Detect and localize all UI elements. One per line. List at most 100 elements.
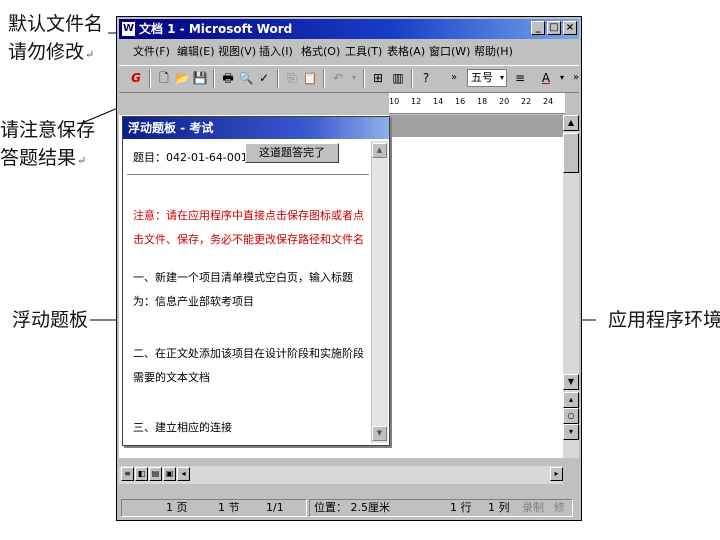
document-margin xyxy=(389,115,563,137)
status-position: 位置： 2.5厘米 xyxy=(314,501,390,514)
maximize-button[interactable]: □ xyxy=(547,21,561,35)
toolbar-separator xyxy=(213,69,215,88)
insert-table-icon[interactable]: ⊞ xyxy=(369,69,387,87)
question-id: 题目：042-01-64-001 xyxy=(133,151,248,164)
ruler-tick: 14 xyxy=(433,97,444,106)
save-icon[interactable]: 💾 xyxy=(191,69,209,87)
task-line: 需要的文本文档 xyxy=(133,371,210,384)
annotation-line: 默认文件名 xyxy=(8,13,104,35)
scroll-right-icon[interactable]: ▸ xyxy=(550,467,563,481)
columns-icon[interactable]: ▥ xyxy=(389,69,407,87)
status-line: 1 行 xyxy=(450,501,472,514)
floating-question-panel: 浮动题板 - 考试 题目：042-01-64-001 这道题答完了 注意：请在应… xyxy=(122,116,390,446)
standard-toolbar: G 🗋 📂 💾 🖶 🔍 ✓ ⎘ 📋 ↶ ▾ ⊞ ▥ ? » 五号 ▾ ≡ A ▾ … xyxy=(119,65,579,93)
print-icon[interactable]: 🖶 xyxy=(219,69,237,87)
enter-mark-icon: ↵ xyxy=(85,48,95,61)
task-line: 三、建立相应的连接 xyxy=(133,421,232,434)
menu-insert[interactable]: 插入(I) xyxy=(259,41,293,63)
annotation-app-env: 应用程序环境↵ xyxy=(608,309,720,331)
chevron-down-icon: ▾ xyxy=(499,73,504,82)
task-line: 一、新建一个项目清单模式空白页，输入标题 xyxy=(133,271,353,284)
next-page-icon[interactable]: ▾ xyxy=(563,424,579,440)
previous-page-icon[interactable]: ▴ xyxy=(563,392,579,408)
status-position-info: 位置： 2.5厘米 1 行 1 列 录制 修 xyxy=(309,499,573,517)
status-page-info: 1 页 1 节 1/1 xyxy=(121,499,307,517)
font-size-select[interactable]: 五号 ▾ xyxy=(467,69,507,87)
more-buttons-icon[interactable]: » xyxy=(567,69,585,87)
done-button[interactable]: 这道题答完了 xyxy=(245,143,339,163)
status-page: 1 页 xyxy=(166,501,188,514)
menu-edit[interactable]: 编辑(E) xyxy=(177,41,215,63)
menu-table[interactable]: 表格(A) xyxy=(387,41,425,63)
scroll-thumb[interactable] xyxy=(563,133,579,173)
word-app-icon[interactable]: W xyxy=(122,22,135,36)
status-col: 1 列 xyxy=(488,501,510,514)
scroll-down-icon[interactable]: ▼ xyxy=(563,374,579,390)
horizontal-scrollbar[interactable]: ≡ ◧ ▤ ▣ ◂ ▸ xyxy=(119,466,563,484)
close-button[interactable]: × xyxy=(563,21,577,35)
menu-help[interactable]: 帮助(H) xyxy=(474,41,513,63)
status-rev[interactable]: 修 xyxy=(554,500,565,516)
scroll-up-icon[interactable]: ▲ xyxy=(563,115,579,131)
paste-icon[interactable]: 📋 xyxy=(301,69,319,87)
align-icon[interactable]: ≡ xyxy=(511,69,529,87)
annotation-line: 请注意保存 xyxy=(0,119,96,141)
panel-scroll-down-icon[interactable]: ▼ xyxy=(372,426,387,441)
note-line: 击文件、保存，务必不能更改保存路径和文件名 xyxy=(133,233,364,246)
open-folder-icon[interactable]: 📂 xyxy=(173,69,191,87)
ruler-tick: 18 xyxy=(477,97,488,106)
help-icon[interactable]: ? xyxy=(417,69,435,87)
menu-file[interactable]: 文件(F) xyxy=(133,41,170,63)
print-layout-icon[interactable]: ▤ xyxy=(149,467,162,481)
panel-divider xyxy=(127,174,369,175)
panel-title[interactable]: 浮动题板 - 考试 xyxy=(123,117,389,139)
web-view-icon[interactable]: ◧ xyxy=(135,467,148,481)
menu-bar: 文件(F) 编辑(E) 视图(V) 插入(I) 格式(O) 工具(T) 表格(A… xyxy=(119,41,579,63)
print-preview-icon[interactable]: 🔍 xyxy=(237,69,255,87)
toolbar-separator xyxy=(323,69,325,88)
toolbar-separator xyxy=(363,69,365,88)
task-line: 二、在正文处添加该项目在设计阶段和实施阶段 xyxy=(133,347,364,360)
font-size-value: 五号 xyxy=(471,71,493,84)
ruler-tick: 24 xyxy=(543,97,554,106)
window-title: 文档 1 - Microsoft Word xyxy=(139,22,293,36)
title-bar[interactable]: W 文档 1 - Microsoft Word _ □ × xyxy=(119,19,579,39)
status-page-ratio: 1/1 xyxy=(266,501,284,514)
ruler-tick: 22 xyxy=(521,97,532,106)
menu-tools[interactable]: 工具(T) xyxy=(345,41,382,63)
toolbar-separator xyxy=(149,69,151,88)
menu-window[interactable]: 窗口(W) xyxy=(429,41,470,63)
status-section: 1 节 xyxy=(218,501,240,514)
ruler-tick: 16 xyxy=(455,97,466,106)
ruler-tick: 20 xyxy=(499,97,510,106)
vertical-scrollbar[interactable]: ▲ ▼ ▴ ○ ▾ xyxy=(563,115,579,458)
annotation-panel: 浮动题板 xyxy=(12,309,89,331)
status-rec[interactable]: 录制 xyxy=(522,500,544,516)
status-bar: 1 页 1 节 1/1 位置： 2.5厘米 1 行 1 列 录制 修 xyxy=(119,498,579,518)
panel-scrollbar[interactable]: ▲ ▼ xyxy=(371,141,388,443)
toolbar-separator xyxy=(411,69,413,88)
scroll-left-icon[interactable]: ◂ xyxy=(177,467,190,481)
undo-dropdown-icon[interactable]: ▾ xyxy=(345,69,363,87)
enter-mark-icon: ↵ xyxy=(77,154,87,167)
annotation-line: 答题结果↵ xyxy=(0,147,87,169)
ruler-tick: 12 xyxy=(411,97,422,106)
ruler-tick: 10 xyxy=(389,97,400,106)
more-buttons-icon[interactable]: » xyxy=(445,69,463,87)
horizontal-ruler: 10 12 14 16 18 20 22 24 xyxy=(389,93,565,114)
note-line: 注意：请在应用程序中直接点击保存图标或者点 xyxy=(133,209,364,222)
spelling-icon[interactable]: ✓ xyxy=(255,69,273,87)
annotation-default-name: 默认文件名 请勿修改↵ xyxy=(8,10,103,69)
outline-view-icon[interactable]: ▣ xyxy=(163,467,176,481)
new-document-icon[interactable]: 🗋 xyxy=(155,69,173,87)
task-line: 为：信息产业部软考项目 xyxy=(133,295,254,308)
copy-icon[interactable]: ⎘ xyxy=(283,69,301,87)
annotation-line: 请勿修改↵ xyxy=(8,41,95,63)
select-browse-object-icon[interactable]: ○ xyxy=(563,408,579,424)
menu-format[interactable]: 格式(O) xyxy=(301,41,340,63)
menu-view[interactable]: 视图(V) xyxy=(218,41,256,63)
g-logo-icon[interactable]: G xyxy=(127,69,145,87)
minimize-button[interactable]: _ xyxy=(531,21,545,35)
normal-view-icon[interactable]: ≡ xyxy=(121,467,134,481)
panel-scroll-up-icon[interactable]: ▲ xyxy=(372,143,387,158)
